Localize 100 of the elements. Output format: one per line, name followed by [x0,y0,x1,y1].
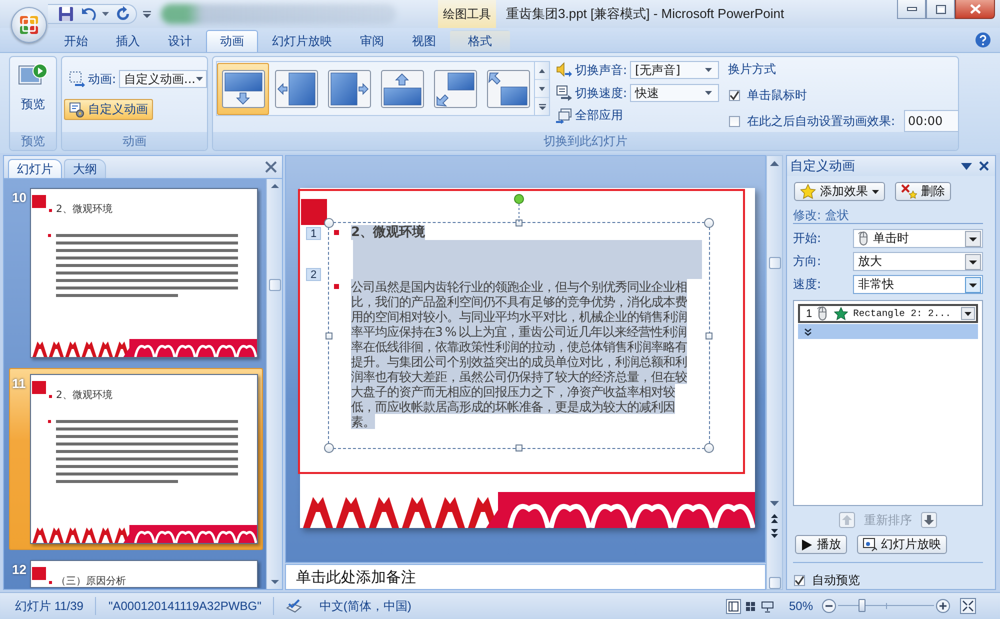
ribbon-tab[interactable]: 幻灯片放映 [258,30,346,52]
resize-handle[interactable] [706,332,712,339]
resize-handle[interactable] [324,218,334,228]
field-label: 开始: [793,230,822,247]
animation-tag[interactable]: 2 [306,268,321,281]
down-arrow-icon [539,86,545,90]
bullet-icon [49,395,52,398]
close-button[interactable] [955,0,995,19]
ribbon-tab[interactable]: 视图 [398,30,450,52]
save-icon[interactable] [58,6,74,22]
caret-icon[interactable] [102,12,109,16]
resize-handle[interactable] [516,444,522,452]
speed-dropdown[interactable]: 快速 [630,84,719,102]
scroll-thumb[interactable] [768,577,780,589]
sheet-check-icon[interactable] [286,598,302,614]
maximize-button[interactable] [926,0,955,19]
pane-tab[interactable]: 大纲 [64,159,106,178]
gallery-more-button[interactable] [535,98,549,115]
group-label: 切换到此幻灯片 [213,132,958,150]
checkbox-label[interactable]: 在此之后自动设置动画效果: [747,112,896,130]
bullet-icon [334,230,339,235]
resize-handle[interactable] [704,218,714,228]
cross-star-icon [901,184,917,200]
dotted-frame-arrow-icon [69,71,85,87]
custom-animation-button[interactable]: 自定义动画 [64,99,153,120]
slide-heading: 2、微观环境 [351,225,426,240]
rotation-handle[interactable] [514,194,524,222]
check-icon [730,91,739,100]
checkbox[interactable] [729,116,740,126]
speaker-icon [556,62,572,78]
minus-icon[interactable] [822,599,836,613]
effect-dropdown[interactable]: 非常快 [853,275,983,294]
screen-icon [863,538,877,552]
add-effect-button[interactable]: 添加效果 [794,182,885,201]
context-tab-label: 绘图工具 [438,0,496,28]
check-icon [795,576,804,585]
checkbox[interactable] [794,575,805,586]
effect-dropdown[interactable]: 单击时 [853,229,983,248]
gallery-up-button[interactable] [535,62,549,80]
scroll-thumb[interactable] [768,257,780,269]
accent-square [32,381,46,394]
resize-handle[interactable] [704,443,714,453]
close-icon[interactable] [265,161,277,173]
down-arrow-icon[interactable] [921,512,937,528]
animation-dropdown[interactable]: 自定义动画... [119,70,207,88]
apply-all-button[interactable]: 全部应用 [556,107,719,124]
caret-icon [705,68,712,72]
slide-show-button[interactable]: 幻灯片放映 [857,535,947,554]
transition-option[interactable] [217,62,269,114]
circular-arrow-icon[interactable] [115,6,131,22]
checkbox-label[interactable]: 自动预览 [812,572,860,589]
ribbon-tab[interactable]: 审阅 [346,30,398,52]
ribbon-tab[interactable]: 动画 [206,30,258,52]
remove-button[interactable]: 删除 [895,182,951,201]
scroll-thumb[interactable] [268,279,280,291]
minimize-icon [906,7,916,11]
slide-thumbnail-item[interactable]: 11 2、微观环境 [9,368,263,550]
mouse-icon [817,306,828,321]
notes-field[interactable]: 单击此处添加备注 [285,564,766,590]
ribbon-tab[interactable]: 设计 [154,30,206,52]
group-label: 预览 [10,132,56,150]
zoom-thumb[interactable] [858,599,866,612]
minimize-button[interactable] [897,0,926,19]
resize-handle[interactable] [326,332,332,339]
time-spinner[interactable]: 00:00 [904,110,958,132]
customize-toolbar-icon[interactable] [143,10,151,18]
effect-dropdown[interactable]: 放大 [853,252,983,271]
slide-arrow-icon [556,85,572,101]
plus-icon[interactable] [936,599,950,613]
slide-show-icon[interactable] [760,598,775,614]
ribbon-tab[interactable]: 格式 [450,30,510,52]
sound-dropdown[interactable]: [无声音] [630,61,719,79]
ribbon-tab[interactable]: 插入 [102,30,154,52]
animation-tag[interactable]: 1 [306,227,321,240]
slide-thumbnail-item[interactable]: 10 2、微观环境 [9,182,263,364]
slide-gear-icon [69,102,85,118]
effect-name: Rectangle 2: 2... [853,308,951,319]
normal-view-icon[interactable] [726,598,741,614]
play-button[interactable]: 播放 [795,535,847,554]
resize-handle[interactable] [516,220,522,226]
pane-tab[interactable]: 幻灯片 [8,159,62,178]
bullet-icon [49,209,52,212]
checkbox-label[interactable]: 单击鼠标时 [747,87,807,104]
checkbox[interactable] [729,90,740,101]
slide-thumbnail-item[interactable]: 12 （三）原因分析 [9,554,263,589]
mouse-icon [858,231,869,246]
close-icon[interactable] [979,161,989,171]
gallery-down-button[interactable] [535,80,549,98]
slide-number: 11 [12,376,27,391]
paragraph-text: 公司虽然是国内齿轮行业的领跑企业，但与个别优秀同业企业相比，我们的产品盈利空间仍不具有足够的竞争优势，消化成本费用的空间相对较小。与同业平均水平对比，机械企业的销售利润率平均应保持在3%以上为宜，重齿公司近几年以来经营性利润率在低线徘徊，依靠政策性利润的拉动，使总体销售利润率略有提升。与集团公司个别效益突出的成员单位对比，利润总额和利润率也有较大差距，虽然公司仍保持了较大的经济总量，但在较大盘子的资产而无相应的回报压力之下，净资产收益率相对较低，而应收帐款居高形成的坏帐准备，更是成为较大的减利因素。 [351,279,688,429]
bullet-icon [334,284,339,289]
help-icon[interactable] [975,32,991,48]
ribbon-tab[interactable]: 开始 [50,30,102,52]
accent-square [32,567,46,580]
effect-item[interactable]: 1 Rectangle 2: 2... [798,304,978,323]
caret-icon[interactable] [961,162,972,170]
resize-handle[interactable] [324,443,334,453]
preview-button[interactable]: 预览 [18,62,48,113]
fit-window-icon[interactable] [960,598,976,614]
undo-icon[interactable] [80,6,96,22]
